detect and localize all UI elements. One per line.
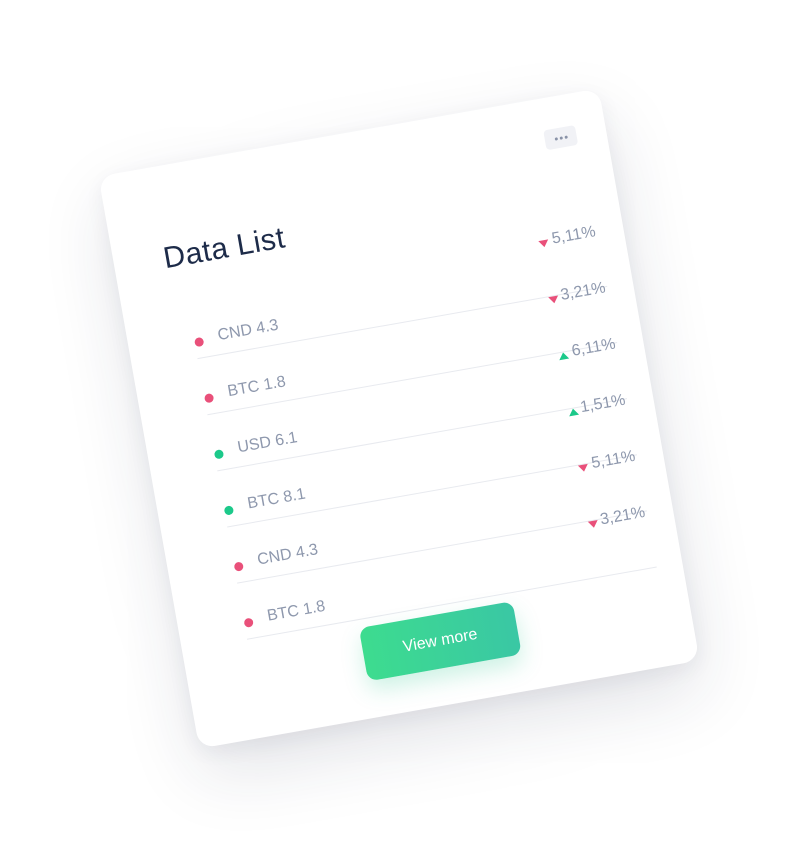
list-item-label: BTC 1.8 [226,373,288,401]
list-item-label: BTC 1.8 [265,597,327,625]
arrow-down-icon [577,463,589,473]
arrow-up-icon [568,407,580,417]
status-dot [223,505,235,516]
more-horizontal-icon [554,135,568,141]
arrow-down-icon [538,239,550,249]
list-item-label: CND 4.3 [216,316,280,345]
status-dot [213,449,225,460]
arrow-up-icon [558,351,570,361]
arrow-down-icon [548,295,560,305]
status-dot [203,392,215,404]
list-item-label: CND 4.3 [255,541,320,569]
arrow-down-icon [587,520,599,529]
status-dot [233,561,244,572]
data-list-card: Data List CND 4.3 5,11% BTC 1.8 3,21% US… [98,88,700,749]
more-options-button[interactable] [543,125,579,151]
data-list: CND 4.3 5,11% BTC 1.8 3,21% USD 6.1 6,11… [187,223,657,640]
list-item-label: BTC 8.1 [246,485,307,513]
status-dot [243,617,254,628]
list-item-label: USD 6.1 [236,429,299,457]
card-title: Data List [160,221,288,276]
status-dot [193,336,205,348]
list-item-change: 5,11% [550,223,597,248]
